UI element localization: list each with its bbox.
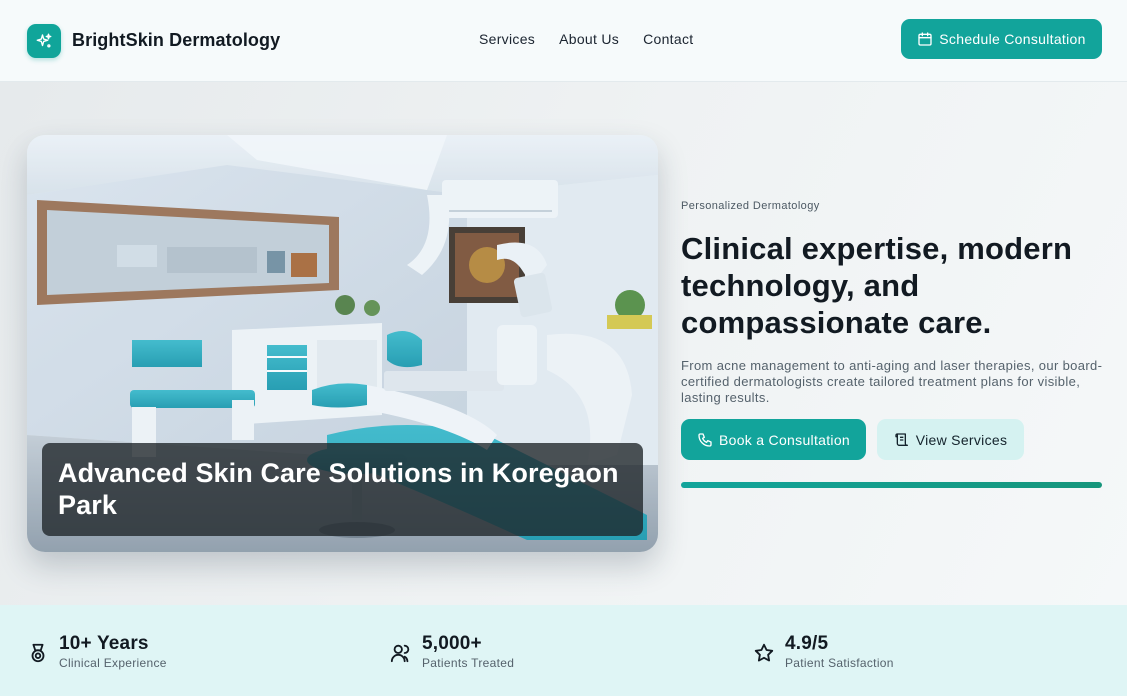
book-consultation-label: Book a Consultation <box>718 431 850 448</box>
nav-about-us[interactable]: About Us <box>559 31 619 47</box>
view-services-label: View Services <box>915 431 1008 448</box>
phone-icon <box>698 432 712 447</box>
stat-value: 5,000+ <box>422 633 482 654</box>
nav-contact[interactable]: Contact <box>643 31 693 47</box>
calendar-icon <box>918 32 932 46</box>
stat-label: Patient Satisfaction <box>785 656 894 670</box>
sparkles-icon <box>36 33 52 48</box>
book-consultation-button[interactable]: Book a Consultation <box>681 419 866 460</box>
image-caption-title: Advanced Skin Care Solutions in Koregaon… <box>58 458 619 520</box>
hero-subtext: From acne management to anti-aging and l… <box>681 358 1103 405</box>
accent-divider <box>681 482 1102 488</box>
stat-value: 10+ Years <box>59 633 149 654</box>
view-services-button[interactable]: View Services <box>877 419 1024 460</box>
logo[interactable] <box>27 23 61 58</box>
stat-satisfaction: 4.9/5 Patient Satisfaction <box>753 633 894 670</box>
stat-label: Patients Treated <box>422 656 515 670</box>
page-title: Clinical expertise, modern technology, a… <box>681 231 1073 340</box>
stats-bar: 10+ Years Clinical Experience 5,000+ Pat… <box>0 605 1127 696</box>
stat-label: Clinical Experience <box>59 656 167 670</box>
schedule-consultation-button[interactable]: Schedule Consultation <box>901 19 1102 59</box>
site-header: BrightSkin Dermatology Services About Us… <box>0 0 1127 82</box>
clinic-photo: Advanced Skin Care Solutions in Koregaon… <box>27 135 658 552</box>
hero-section: Advanced Skin Care Solutions in Koregaon… <box>0 82 1127 605</box>
schedule-consultation-label: Schedule Consultation <box>939 31 1086 47</box>
main-nav: Services About Us Contact <box>479 31 693 47</box>
users-icon <box>390 644 410 663</box>
award-icon <box>31 643 45 663</box>
nav-services[interactable]: Services <box>479 31 535 47</box>
hero-actions: Book a Consultation View Services <box>681 419 1024 460</box>
stat-value: 4.9/5 <box>785 633 829 654</box>
image-caption: Advanced Skin Care Solutions in Koregaon… <box>42 443 643 536</box>
star-icon <box>754 643 774 662</box>
scroll-icon <box>895 432 908 446</box>
eyebrow: Personalized Dermatology <box>681 200 820 212</box>
brand-name[interactable]: BrightSkin Dermatology <box>72 30 280 51</box>
stat-experience: 10+ Years Clinical Experience <box>27 633 167 670</box>
stat-patients: 5,000+ Patients Treated <box>390 633 514 670</box>
hero-copy: Personalized Dermatology Clinical expert… <box>681 200 1106 406</box>
